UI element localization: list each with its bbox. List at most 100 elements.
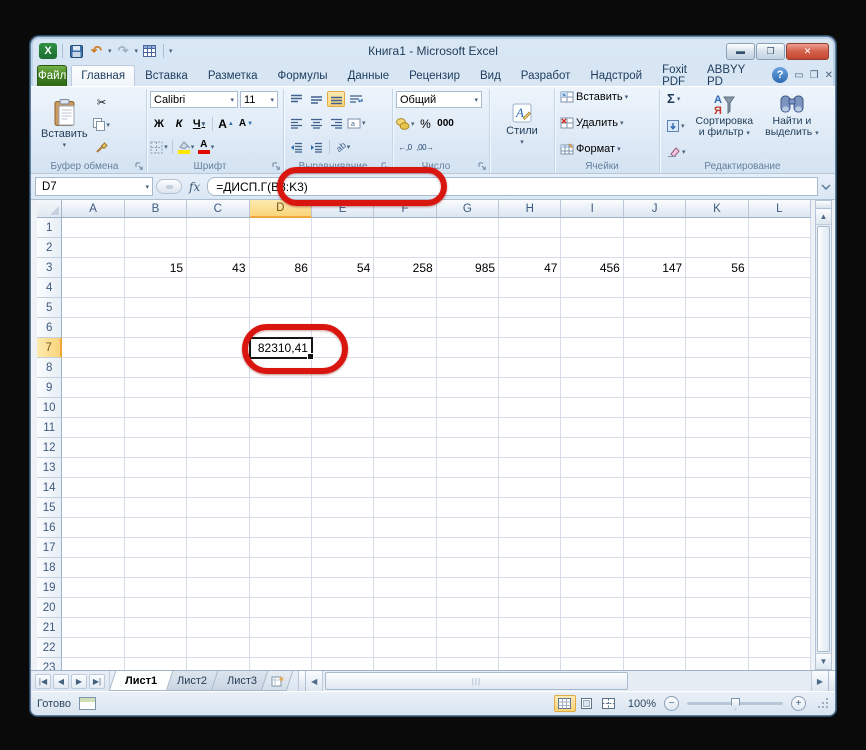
cell-D17[interactable] — [249, 538, 312, 558]
name-box-dropdown[interactable]: ▾ — [145, 183, 149, 191]
cell-C19[interactable] — [187, 578, 250, 598]
vertical-split-handle[interactable] — [816, 201, 831, 209]
currency-button[interactable]: ▾ — [396, 116, 415, 132]
cell-D16[interactable] — [249, 518, 312, 538]
cell-D18[interactable] — [249, 558, 312, 578]
borders-button[interactable]: ▾ — [150, 139, 168, 155]
autosum-button[interactable]: Σ ▾ — [667, 91, 686, 106]
cell-H9[interactable] — [499, 378, 562, 398]
cell-L6[interactable] — [748, 318, 811, 338]
cell-D5[interactable] — [249, 298, 312, 318]
cell-K15[interactable] — [686, 498, 749, 518]
cell-K1[interactable] — [686, 218, 749, 238]
cell-E17[interactable] — [311, 538, 375, 558]
cell-A7[interactable] — [62, 338, 125, 358]
cell-L20[interactable] — [748, 598, 811, 618]
cell-E22[interactable] — [311, 638, 375, 658]
redo-dropdown[interactable]: ▾ — [135, 47, 139, 55]
cell-G19[interactable] — [436, 578, 500, 598]
decrease-decimal-button[interactable]: ,00→ — [416, 139, 434, 155]
format-painter-button[interactable] — [93, 139, 111, 155]
cell-E21[interactable] — [311, 618, 375, 638]
cell-F21[interactable] — [374, 618, 437, 638]
cell-B6[interactable] — [124, 318, 188, 338]
cell-L14[interactable] — [748, 478, 811, 498]
column-header-K[interactable]: K — [686, 200, 749, 218]
cell-G5[interactable] — [436, 298, 500, 318]
cell-D21[interactable] — [249, 618, 312, 638]
row-header-15[interactable]: 15 — [37, 498, 63, 518]
cell-H10[interactable] — [499, 398, 562, 418]
scroll-up-button[interactable]: ▲ — [816, 209, 831, 225]
cell-B2[interactable] — [124, 238, 188, 258]
cell-A1[interactable] — [62, 218, 125, 238]
cell-G14[interactable] — [436, 478, 500, 498]
cell-L21[interactable] — [748, 618, 811, 638]
cell-K5[interactable] — [686, 298, 749, 318]
cell-A18[interactable] — [62, 558, 125, 578]
cell-H15[interactable] — [499, 498, 562, 518]
column-header-L[interactable]: L — [748, 200, 811, 218]
align-center-button[interactable] — [307, 115, 325, 131]
page-layout-view-button[interactable] — [576, 695, 598, 712]
cell-B19[interactable] — [124, 578, 188, 598]
cell-D22[interactable] — [249, 638, 312, 658]
cell-B4[interactable] — [124, 278, 188, 298]
cell-K12[interactable] — [686, 438, 749, 458]
cell-H18[interactable] — [499, 558, 562, 578]
font-name-combo[interactable]: Calibri ▾ — [150, 91, 238, 108]
cell-C8[interactable] — [187, 358, 250, 378]
cell-I10[interactable] — [561, 398, 624, 418]
cell-F17[interactable] — [374, 538, 437, 558]
grow-font-button[interactable]: А ▲ — [217, 116, 235, 132]
cell-D9[interactable] — [249, 378, 312, 398]
cell-L8[interactable] — [748, 358, 811, 378]
cell-E2[interactable] — [311, 238, 375, 258]
cell-J6[interactable] — [623, 318, 687, 338]
horizontal-split-handle[interactable] — [828, 671, 835, 691]
cell-J20[interactable] — [623, 598, 687, 618]
delete-cells-button[interactable]: Удалить ▾ — [560, 117, 656, 129]
cell-C4[interactable] — [187, 278, 250, 298]
borders-dropdown[interactable]: ▾ — [164, 143, 168, 151]
cell-B8[interactable] — [124, 358, 188, 378]
cell-J9[interactable] — [623, 378, 687, 398]
row-header-12[interactable]: 12 — [37, 438, 63, 458]
cell-L7[interactable] — [748, 338, 811, 358]
tab-Надстрой[interactable]: Надстрой — [580, 65, 652, 86]
cell-E13[interactable] — [311, 458, 375, 478]
cell-G6[interactable] — [436, 318, 500, 338]
cell-A13[interactable] — [62, 458, 125, 478]
tab-split-handle[interactable] — [299, 671, 307, 691]
row-header-21[interactable]: 21 — [37, 618, 63, 638]
cell-I5[interactable] — [561, 298, 624, 318]
cell-K21[interactable] — [686, 618, 749, 638]
cell-I8[interactable] — [561, 358, 624, 378]
cell-G4[interactable] — [436, 278, 500, 298]
cell-C1[interactable] — [187, 218, 250, 238]
restore-button[interactable]: ❐ — [756, 42, 785, 60]
cell-L19[interactable] — [748, 578, 811, 598]
dialog-launcher-clipboard[interactable] — [135, 162, 144, 171]
cell-H5[interactable] — [499, 298, 562, 318]
tab-Главная[interactable]: Главная — [71, 65, 136, 86]
cell-L22[interactable] — [748, 638, 811, 658]
cell-K14[interactable] — [686, 478, 749, 498]
cell-H23[interactable] — [499, 658, 562, 670]
fill-button[interactable]: ▾ — [667, 120, 686, 132]
cell-C7[interactable] — [187, 338, 250, 358]
cell-A20[interactable] — [62, 598, 125, 618]
shrink-font-button[interactable]: А ▼ — [237, 116, 255, 132]
cell-B16[interactable] — [124, 518, 188, 538]
cell-A8[interactable] — [62, 358, 125, 378]
cell-C18[interactable] — [187, 558, 250, 578]
row-header-19[interactable]: 19 — [37, 578, 63, 598]
copy-dropdown[interactable]: ▾ — [106, 121, 110, 129]
cell-I2[interactable] — [561, 238, 624, 258]
fill-dropdown[interactable]: ▾ — [681, 122, 685, 130]
cell-K18[interactable] — [686, 558, 749, 578]
cell-A10[interactable] — [62, 398, 125, 418]
cell-J10[interactable] — [623, 398, 687, 418]
redo-button[interactable]: ↷ — [115, 43, 132, 59]
column-header-C[interactable]: C — [187, 200, 250, 218]
